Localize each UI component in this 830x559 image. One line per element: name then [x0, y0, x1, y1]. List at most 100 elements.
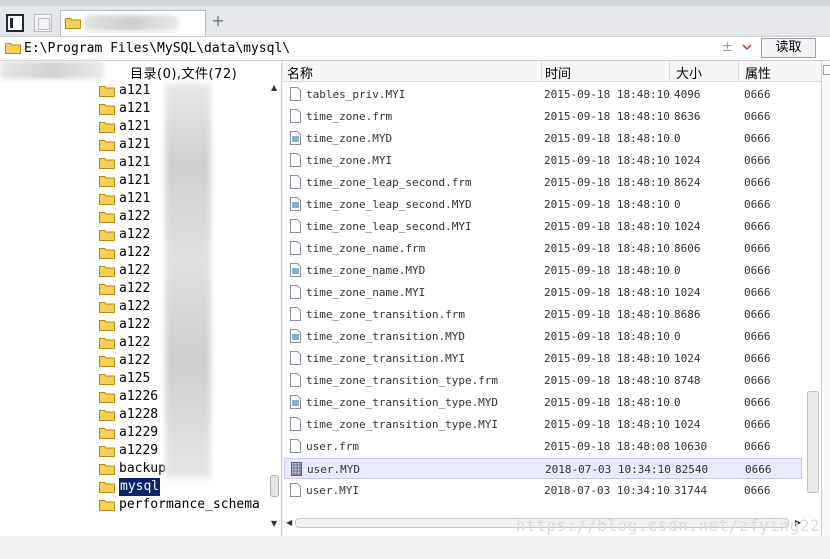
list-scrollbar[interactable] — [805, 81, 821, 525]
file-size: 10630 — [674, 440, 708, 453]
data-file-icon — [290, 329, 301, 343]
folder-icon — [99, 212, 115, 223]
file-name: tables_priv.MYI — [306, 88, 406, 101]
file-size: 1024 — [674, 220, 701, 233]
file-icon — [290, 483, 301, 497]
file-name: time_zone_name.frm — [306, 242, 426, 255]
file-attr: 0666 — [745, 463, 772, 476]
file-attr: 0666 — [744, 242, 771, 255]
chevron-down-icon[interactable] — [741, 41, 753, 53]
file-icon — [290, 175, 301, 189]
scrollbar-thumb[interactable] — [270, 475, 279, 497]
file-icon — [290, 109, 301, 123]
folder-icon — [99, 464, 115, 475]
column-header-attr[interactable]: 属性 — [745, 63, 771, 82]
folder-icon — [99, 266, 115, 277]
right-edge-panel — [821, 61, 830, 536]
tree-item-label: a122 — [119, 353, 151, 368]
data-file-icon — [291, 462, 302, 476]
column-header-time[interactable]: 时间 — [545, 63, 571, 82]
table-row[interactable]: time_zone_leap_second.frm 2015-09-18 18:4… — [284, 172, 802, 193]
tree-item-label: a122 — [119, 317, 151, 332]
table-row[interactable]: time_zone_name.frm 2015-09-18 18:48:10 860… — [284, 238, 802, 259]
table-row[interactable]: time_zone_leap_second.MYI 2015-09-18 18:4… — [284, 216, 802, 237]
file-attr: 0666 — [744, 330, 771, 343]
folder-icon — [99, 428, 115, 439]
file-name: time_zone_leap_second.MYD — [306, 198, 472, 211]
table-row[interactable]: user.MYD 2018-07-03 10:34:10 82540 0666 — [284, 458, 802, 479]
folder-icon — [99, 482, 115, 493]
new-tab-button[interactable]: + — [210, 13, 226, 29]
table-row[interactable]: time_zone_leap_second.MYD 2015-09-18 18:4… — [284, 194, 802, 215]
tree-item-label: a122 — [119, 281, 151, 296]
toggle-panel-button[interactable] — [6, 14, 24, 32]
file-time: 2015-09-18 18:48:10 — [544, 308, 670, 321]
file-name: time_zone_transition_type.frm — [306, 374, 499, 387]
table-row[interactable]: time_zone_transition.frm 2015-09-18 18:48… — [284, 304, 802, 325]
tree-item-label: a122 — [119, 209, 151, 224]
file-time: 2015-09-18 18:48:10 — [544, 154, 670, 167]
column-header-name[interactable]: 名称 — [287, 63, 313, 82]
tree-item-label: a1229 — [119, 443, 159, 458]
file-size: 0 — [674, 198, 681, 211]
file-time: 2015-09-18 18:48:10 — [544, 176, 670, 189]
folder-icon — [99, 410, 115, 421]
table-row[interactable]: user.frm 2015-09-18 18:48:08 10630 0666 — [284, 436, 802, 457]
tree-item-label: a122 — [119, 227, 151, 242]
file-size: 8606 — [674, 242, 701, 255]
table-row[interactable]: time_zone_name.MYI 2015-09-18 18:48:10 102… — [284, 282, 802, 303]
folder-icon — [99, 176, 115, 187]
tree-item-label: a122 — [119, 263, 151, 278]
column-header-size[interactable]: 大小 — [676, 63, 702, 82]
tree-item-label: backup — [119, 461, 166, 476]
file-name: user.MYI — [306, 484, 359, 497]
tab-current[interactable] — [60, 10, 206, 36]
file-time: 2018-07-03 10:34:10 — [544, 484, 670, 497]
grid-view-button[interactable] — [34, 14, 52, 32]
file-size: 1024 — [674, 286, 701, 299]
table-row[interactable]: time_zone_transition_type.MYD 2015-09-18 … — [284, 392, 802, 413]
scroll-left-icon[interactable]: ◀ — [286, 518, 292, 527]
file-attr: 0666 — [744, 352, 771, 365]
file-time: 2015-09-18 18:48:10 — [544, 110, 670, 123]
read-button[interactable]: 读取 — [761, 38, 816, 58]
table-row[interactable]: user.MYI 2018-07-03 10:34:10 31744 0666 — [284, 480, 802, 501]
column-divider[interactable] — [669, 61, 670, 81]
file-size: 8686 — [674, 308, 701, 321]
table-row[interactable]: time_zone.frm 2015-09-18 18:48:10 8636 0666 — [284, 106, 802, 127]
table-row[interactable]: tables_priv.MYI 2015-09-18 18:48:10 4096 06… — [284, 84, 802, 105]
file-name: user.frm — [306, 440, 359, 453]
tree-item-label: a121 — [119, 173, 151, 188]
file-size: 1024 — [674, 154, 701, 167]
column-divider[interactable] — [738, 61, 739, 81]
column-divider[interactable] — [541, 61, 542, 81]
table-row[interactable]: time_zone.MYD 2015-09-18 18:48:10 0 0666 — [284, 128, 802, 149]
scroll-up-icon[interactable]: ▲ — [271, 83, 277, 92]
table-row[interactable]: time_zone.MYI 2015-09-18 18:48:10 1024 0666 — [284, 150, 802, 171]
tree-item-label: a125 — [119, 371, 151, 386]
table-row[interactable]: time_zone_name.MYD 2015-09-18 18:48:10 0 06… — [284, 260, 802, 281]
plus-minus-icon[interactable]: ± — [722, 40, 733, 55]
file-time: 2015-09-18 18:48:10 — [544, 242, 670, 255]
folder-summary: 目录(0),文件(72) — [130, 67, 238, 82]
collapse-icon[interactable] — [823, 65, 830, 75]
tree-scrollbar[interactable]: ▲ ▼ — [268, 81, 281, 536]
table-row[interactable]: time_zone_transition.MYD 2015-09-18 18:48… — [284, 326, 802, 347]
table-row[interactable]: time_zone_transition.MYI 2015-09-18 18:48… — [284, 348, 802, 369]
file-name: time_zone_transition_type.MYD — [306, 396, 499, 409]
scrollbar-thumb[interactable] — [807, 391, 819, 493]
file-size: 8624 — [674, 176, 701, 189]
file-icon — [290, 351, 301, 365]
scroll-down-icon[interactable]: ▼ — [271, 519, 277, 528]
path-input[interactable]: E:\Program Files\MySQL\data\mysql\ — [24, 41, 290, 56]
watermark: https://blog.csdn.net/zfying22 — [516, 516, 820, 535]
folder-icon — [99, 374, 115, 385]
file-attr: 0666 — [744, 132, 771, 145]
file-attr: 0666 — [744, 110, 771, 123]
table-row[interactable]: time_zone_transition_type.MYI 2015-09-18 … — [284, 414, 802, 435]
table-row[interactable]: time_zone_transition_type.frm 2015-09-18 … — [284, 370, 802, 391]
file-time: 2015-09-18 18:48:08 — [544, 440, 670, 453]
file-time: 2015-09-18 18:48:10 — [544, 330, 670, 343]
file-size: 1024 — [674, 352, 701, 365]
folder-icon — [99, 122, 115, 133]
